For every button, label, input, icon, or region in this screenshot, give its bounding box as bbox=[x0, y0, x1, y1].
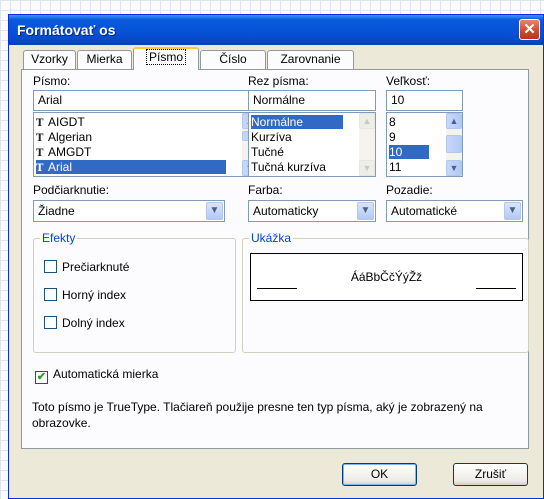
superscript-checkbox[interactable]: Horný index bbox=[44, 288, 126, 302]
truetype-icon: T bbox=[36, 118, 44, 129]
size-input[interactable]: 10 bbox=[386, 90, 463, 111]
truetype-info-text: Toto písmo je TrueType. Tlačiareň použij… bbox=[32, 400, 483, 430]
scroll-up-icon[interactable]: ▲ bbox=[359, 113, 375, 129]
underline-label: Podčiarknutie: bbox=[33, 183, 110, 197]
auto-scale-checkbox[interactable]: ✔ Automatická mierka bbox=[35, 367, 158, 384]
list-item[interactable]: 9 bbox=[389, 130, 429, 144]
close-button[interactable]: ✕ bbox=[519, 19, 540, 40]
dialog-title: Formátovať os bbox=[17, 22, 116, 38]
scroll-down-icon[interactable]: ▼ bbox=[359, 160, 375, 176]
list-item[interactable]: 8 bbox=[389, 115, 429, 129]
effects-group-label: Efekty bbox=[40, 231, 78, 245]
size-label: Veľkosť: bbox=[386, 74, 431, 88]
list-item[interactable]: Tučné bbox=[251, 145, 343, 159]
tab-zarovnanie[interactable]: Zarovnanie bbox=[267, 50, 354, 69]
size-list-scrollbar[interactable]: ▲ ▼ bbox=[446, 113, 462, 176]
background-label: Pozadie: bbox=[386, 183, 433, 197]
color-select[interactable]: Automaticky ▼ bbox=[248, 200, 376, 222]
size-list[interactable]: 8 9 10 11 ▲ ▼ bbox=[386, 112, 463, 177]
list-item[interactable]: T AMGDT bbox=[36, 145, 226, 159]
tab-vzorky[interactable]: Vzorky bbox=[23, 50, 76, 69]
list-item-selected[interactable]: Normálne bbox=[251, 115, 343, 129]
effects-group: Efekty Prečiarknuté Horný index Dolný in… bbox=[33, 231, 236, 353]
scroll-down-icon[interactable]: ▼ bbox=[446, 160, 462, 176]
title-bar[interactable]: Formátovať os ✕ bbox=[9, 15, 543, 45]
scroll-thumb[interactable] bbox=[446, 135, 462, 153]
list-item-selected[interactable]: T Arial bbox=[36, 160, 226, 174]
tab-pismo[interactable]: Písmo bbox=[133, 47, 199, 70]
list-item-selected[interactable]: 10 bbox=[389, 145, 429, 159]
font-input[interactable]: Arial bbox=[33, 90, 259, 111]
background-select[interactable]: Automatické ▼ bbox=[386, 200, 523, 222]
list-item[interactable]: 11 bbox=[389, 160, 429, 174]
preview-baseline-left bbox=[257, 288, 297, 289]
subscript-checkbox[interactable]: Dolný index bbox=[44, 316, 125, 330]
strikethrough-checkbox[interactable]: Prečiarknuté bbox=[44, 260, 129, 274]
color-label: Farba: bbox=[248, 183, 283, 197]
truetype-icon: T bbox=[36, 133, 44, 144]
font-label: Písmo: bbox=[33, 74, 71, 88]
preview-baseline-right bbox=[476, 288, 516, 289]
chevron-down-icon[interactable]: ▼ bbox=[206, 202, 223, 220]
ok-button[interactable]: OK bbox=[342, 463, 417, 486]
font-list[interactable]: TAIGDT TAlgerian TAMGDT TArial ▲ ▼ bbox=[33, 112, 259, 177]
list-item[interactable]: Tučná kurzíva bbox=[251, 160, 343, 174]
style-list[interactable]: Normálne Kurzíva Tučné Tučná kurzíva ▲ ▼ bbox=[248, 112, 376, 177]
scroll-up-icon[interactable]: ▲ bbox=[446, 113, 462, 129]
truetype-icon: T bbox=[36, 148, 44, 159]
preview-group-label: Ukážka bbox=[249, 231, 294, 245]
checkmark-icon[interactable]: ✔ bbox=[35, 371, 48, 384]
style-label: Rez písma: bbox=[248, 74, 309, 88]
preview-text: ÁáBbČčÝýŽž bbox=[350, 270, 423, 284]
underline-select[interactable]: Žiadne ▼ bbox=[33, 200, 225, 222]
preview-box: ÁáBbČčÝýŽž bbox=[250, 253, 523, 301]
chevron-down-icon[interactable]: ▼ bbox=[504, 202, 521, 220]
checkbox-box[interactable] bbox=[44, 260, 57, 273]
cancel-button[interactable]: Zrušiť bbox=[453, 463, 528, 486]
checkbox-box[interactable] bbox=[44, 316, 57, 329]
list-item[interactable]: Kurzíva bbox=[251, 130, 343, 144]
list-item[interactable]: T AIGDT bbox=[36, 115, 226, 129]
style-input[interactable]: Normálne bbox=[248, 90, 376, 111]
font-tab-panel: Písmo: Arial T AIGDT T Algerian T AMGDT T Ar… bbox=[21, 69, 529, 449]
checkbox-box[interactable] bbox=[44, 288, 57, 301]
truetype-icon: T bbox=[36, 163, 44, 174]
preview-group: Ukážka ÁáBbČčÝýŽž bbox=[242, 231, 529, 353]
style-list-scrollbar[interactable]: ▲ ▼ bbox=[359, 113, 375, 176]
chevron-down-icon[interactable]: ▼ bbox=[357, 202, 374, 220]
list-item[interactable]: T Algerian bbox=[36, 130, 226, 144]
tab-cislo[interactable]: Číslo bbox=[200, 50, 266, 69]
tab-mierka[interactable]: Mierka bbox=[77, 50, 132, 69]
